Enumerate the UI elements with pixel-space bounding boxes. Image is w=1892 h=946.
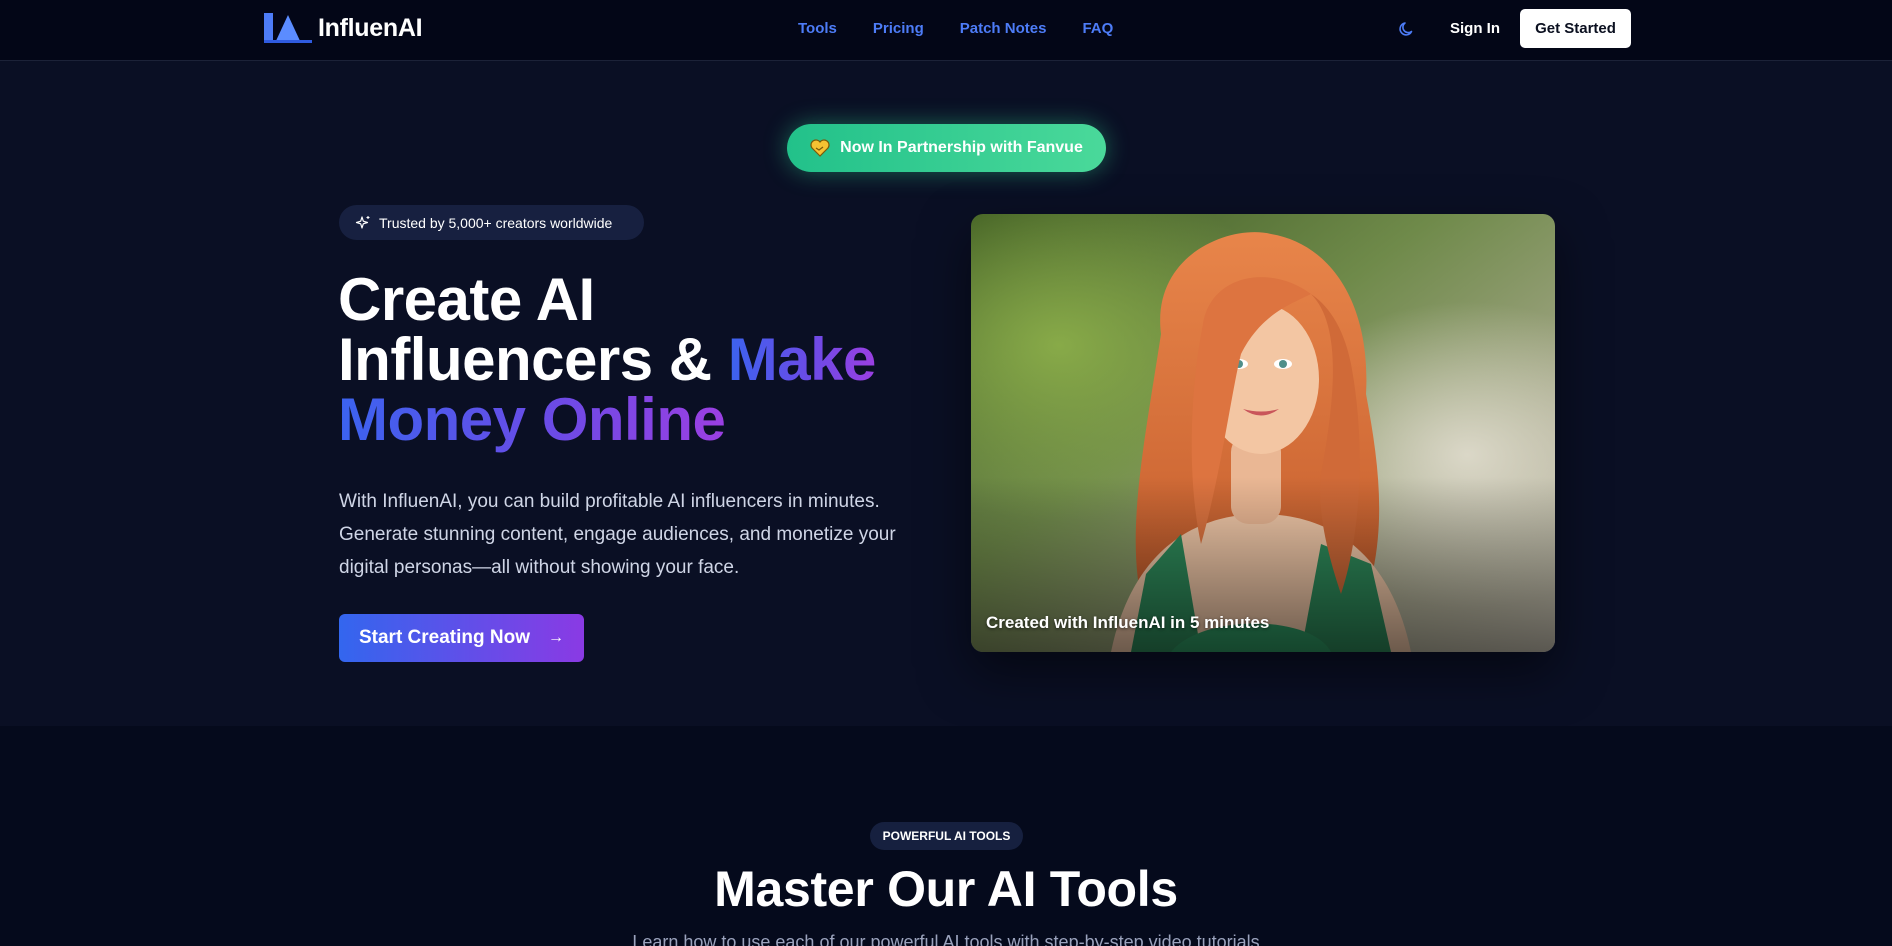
brand-name: InfluenAI bbox=[318, 13, 423, 42]
headline-highlight-make: Make bbox=[727, 326, 877, 393]
headline-line-1: Create AI bbox=[338, 266, 595, 333]
cta-label: Start Creating Now bbox=[358, 627, 531, 648]
sparkles-icon bbox=[355, 215, 371, 231]
hero-influencer-image: Created with InfluenAI in 5 minutes bbox=[971, 214, 1555, 652]
brand-logo[interactable]: InfluenAI bbox=[264, 13, 423, 43]
headline-line-2: Influencers & bbox=[338, 326, 728, 393]
trusted-text: Trusted by 5,000+ creators worldwide bbox=[379, 214, 613, 231]
nav-link-pricing[interactable]: Pricing bbox=[873, 20, 924, 37]
partnership-text: Now In Partnership with Fanvue bbox=[840, 139, 1083, 156]
navbar: InfluenAI Tools Pricing Patch Notes FAQ … bbox=[0, 0, 1892, 61]
hero-headline: Create AI Influencers & Make Money Onlin… bbox=[338, 270, 938, 450]
tools-title: Master Our AI Tools bbox=[714, 861, 1178, 917]
arrow-right-icon: → bbox=[548, 629, 565, 646]
nav-link-tools[interactable]: Tools bbox=[798, 20, 837, 37]
get-started-button[interactable]: Get Started bbox=[1520, 9, 1631, 48]
headline-highlight-money: Money Online bbox=[338, 386, 726, 453]
nav-link-patch-notes[interactable]: Patch Notes bbox=[960, 20, 1047, 37]
nav-link-faq[interactable]: FAQ bbox=[1082, 20, 1113, 37]
tools-section: POWERFUL AI TOOLS Master Our AI Tools Le… bbox=[0, 726, 1892, 946]
image-caption: Created with InfluenAI in 5 minutes bbox=[986, 613, 1270, 632]
partnership-banner[interactable]: Now In Partnership with Fanvue bbox=[787, 124, 1106, 172]
hero-description: With InfluenAI, you can build profitable… bbox=[339, 491, 896, 578]
main-nav: Tools Pricing Patch Notes FAQ bbox=[798, 20, 1149, 37]
start-creating-button[interactable]: Start Creating Now → bbox=[339, 614, 584, 662]
tools-badge: POWERFUL AI TOOLS bbox=[870, 822, 1023, 850]
trusted-badge: Trusted by 5,000+ creators worldwide bbox=[339, 205, 644, 240]
sign-in-link[interactable]: Sign In bbox=[1450, 20, 1500, 37]
heart-handshake-icon bbox=[810, 139, 830, 157]
tools-subtitle: Learn how to use each of our powerful AI… bbox=[632, 932, 1260, 946]
logo-icon bbox=[264, 13, 312, 43]
moon-icon[interactable] bbox=[1397, 19, 1417, 39]
